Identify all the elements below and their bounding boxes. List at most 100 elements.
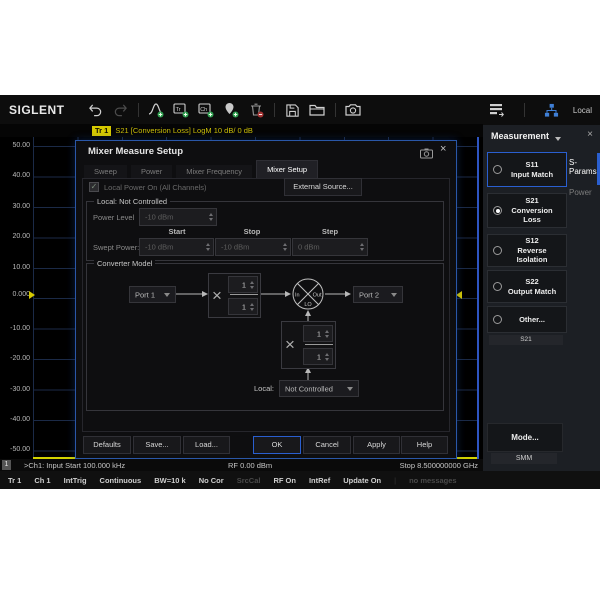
trace-delete-icon[interactable]	[248, 102, 265, 119]
svg-text:Ch: Ch	[200, 107, 207, 113]
trace-add-icon[interactable]: Tr	[173, 102, 190, 119]
save-button[interactable]: Save...	[133, 436, 181, 454]
radio-icon[interactable]	[493, 246, 502, 255]
y-axis-label: 30.00	[0, 203, 30, 210]
converter-model-group: Converter Model In Out LO Po	[86, 263, 444, 411]
y-axis-label: -10.00	[0, 325, 30, 332]
svg-text:Tr: Tr	[176, 107, 181, 113]
channel-stop-text: Stop 8.500000000 GHz	[400, 461, 478, 470]
tab-mixer-setup[interactable]: Mixer Setup	[256, 160, 318, 179]
status-reference[interactable]: IntRef	[309, 476, 330, 485]
dialog-screenshot-icon[interactable]	[420, 146, 433, 164]
local-control-select[interactable]: Not Controlled	[279, 380, 359, 397]
mode-button[interactable]: Mode...	[487, 423, 563, 452]
radio-icon[interactable]	[493, 282, 502, 291]
rf-multiplier-numerator[interactable]: 1	[228, 276, 258, 293]
status-trigger[interactable]: IntTrig	[64, 476, 87, 485]
y-axis-label: -50.00	[0, 446, 30, 453]
channel-badge[interactable]: 1	[2, 460, 11, 470]
status-srccal[interactable]: SrcCal	[237, 476, 261, 485]
lo-multiplier-denominator[interactable]: 1	[303, 348, 333, 365]
fraction-divider	[230, 294, 258, 295]
mixer-lo-label: LO	[304, 302, 312, 308]
setup-list-icon[interactable]	[489, 102, 506, 119]
channel-add-icon[interactable]: Ch	[198, 102, 215, 119]
tab-power[interactable]: Power	[131, 165, 172, 179]
save-icon[interactable]	[284, 102, 301, 119]
radio-selected-icon[interactable]	[493, 206, 502, 215]
panel-title: Measurement	[491, 131, 549, 141]
defaults-button[interactable]: Defaults	[83, 436, 131, 454]
toolbar-separator	[274, 103, 275, 117]
spinner-arrows-icon[interactable]	[325, 353, 329, 361]
radio-icon[interactable]	[493, 165, 502, 174]
spinner-arrows-icon[interactable]	[250, 281, 254, 289]
spinner-arrows-icon[interactable]	[283, 243, 287, 251]
step-header: Step	[322, 227, 338, 236]
redo-icon[interactable]	[112, 102, 129, 119]
swept-power-step-spinner[interactable]: 0 dBm	[292, 238, 368, 256]
spinner-arrows-icon[interactable]	[360, 243, 364, 251]
screenshot-camera-icon[interactable]	[345, 102, 362, 119]
mode-value[interactable]: SMM	[491, 453, 557, 464]
rf-multiplier-denominator[interactable]: 1	[228, 298, 258, 315]
chevron-down-icon	[391, 293, 397, 297]
measurement-item-other[interactable]: Other...	[487, 306, 567, 333]
dialog-close-icon[interactable]: ×	[440, 143, 446, 155]
lo-multiplier-box: × 1 1	[281, 321, 336, 369]
radio-icon[interactable]	[493, 315, 502, 324]
spinner-arrows-icon[interactable]	[325, 330, 329, 338]
status-separator: |	[394, 476, 396, 485]
spinner-arrows-icon[interactable]	[206, 243, 210, 251]
marker-add-icon[interactable]	[223, 102, 240, 119]
apply-button[interactable]: Apply	[353, 436, 400, 454]
recall-folder-icon[interactable]	[309, 102, 326, 119]
power-level-spinner[interactable]: -10 dBm	[139, 208, 217, 226]
spinner-arrows-icon[interactable]	[250, 303, 254, 311]
swept-power-start-spinner[interactable]: -10 dBm	[139, 238, 214, 256]
swept-power-stop-spinner[interactable]: -10 dBm	[215, 238, 291, 256]
panel-tab-power[interactable]: Power	[569, 188, 592, 197]
tab-mixer-frequency[interactable]: Mixer Frequency	[176, 165, 252, 179]
external-source-button[interactable]: External Source...	[284, 178, 362, 196]
status-rf[interactable]: RF On	[273, 476, 296, 485]
status-bandwidth[interactable]: BW=10 k	[154, 476, 185, 485]
cancel-button[interactable]: Cancel	[303, 436, 351, 454]
local-power-on-checkbox[interactable]: ✓	[89, 182, 99, 192]
undo-icon[interactable]	[87, 102, 104, 119]
status-correction[interactable]: No Cor	[199, 476, 224, 485]
panel-close-icon[interactable]: ×	[587, 129, 593, 140]
main-toolbar: SIGLENT Tr Ch	[0, 95, 600, 125]
y-axis-label: -30.00	[0, 386, 30, 393]
ok-button[interactable]: OK	[253, 436, 301, 454]
status-trace[interactable]: Tr 1	[8, 476, 21, 485]
help-button[interactable]: Help	[401, 436, 448, 454]
port2-select[interactable]: Port 2	[353, 286, 403, 303]
toolbar-right: Local	[485, 95, 592, 125]
dialog-title: Mixer Measure Setup	[88, 146, 183, 157]
tab-sweep[interactable]: Sweep	[84, 165, 127, 179]
y-axis-label: 20.00	[0, 233, 30, 240]
status-update[interactable]: Update On	[343, 476, 381, 485]
measurement-item-s11[interactable]: S11Input Match	[487, 152, 567, 187]
port1-select[interactable]: Port 1	[129, 286, 176, 303]
dialog-tabs: Sweep Power Mixer Frequency Mixer Setup	[84, 161, 318, 179]
stimulus-add-icon[interactable]	[148, 102, 165, 119]
power-level-label: Power Level	[93, 213, 134, 222]
spinner-arrows-icon[interactable]	[209, 213, 213, 221]
status-channel[interactable]: Ch 1	[34, 476, 50, 485]
measurement-panel-header[interactable]: Measurement ×	[483, 125, 600, 149]
trace-badge[interactable]: Tr 1	[92, 126, 111, 136]
network-icon[interactable]	[543, 102, 560, 119]
measurement-item-s12[interactable]: S12Reverse Isolation	[487, 234, 567, 267]
channel-start-text: >Ch1: Input Start 100.000 kHz	[24, 461, 125, 470]
measurement-item-s21[interactable]: S21Conversion Loss	[487, 193, 567, 228]
other-parameter-value[interactable]: S21	[489, 335, 563, 345]
lo-multiplier-numerator[interactable]: 1	[303, 325, 333, 342]
status-sweep-mode[interactable]: Continuous	[100, 476, 142, 485]
measurement-item-s22[interactable]: S22Output Match	[487, 270, 567, 303]
stop-header: Stop	[244, 227, 261, 236]
panel-tab-sparams[interactable]: S-Params	[569, 158, 600, 176]
connection-mode-label[interactable]: Local	[573, 106, 592, 115]
load-button[interactable]: Load...	[183, 436, 230, 454]
